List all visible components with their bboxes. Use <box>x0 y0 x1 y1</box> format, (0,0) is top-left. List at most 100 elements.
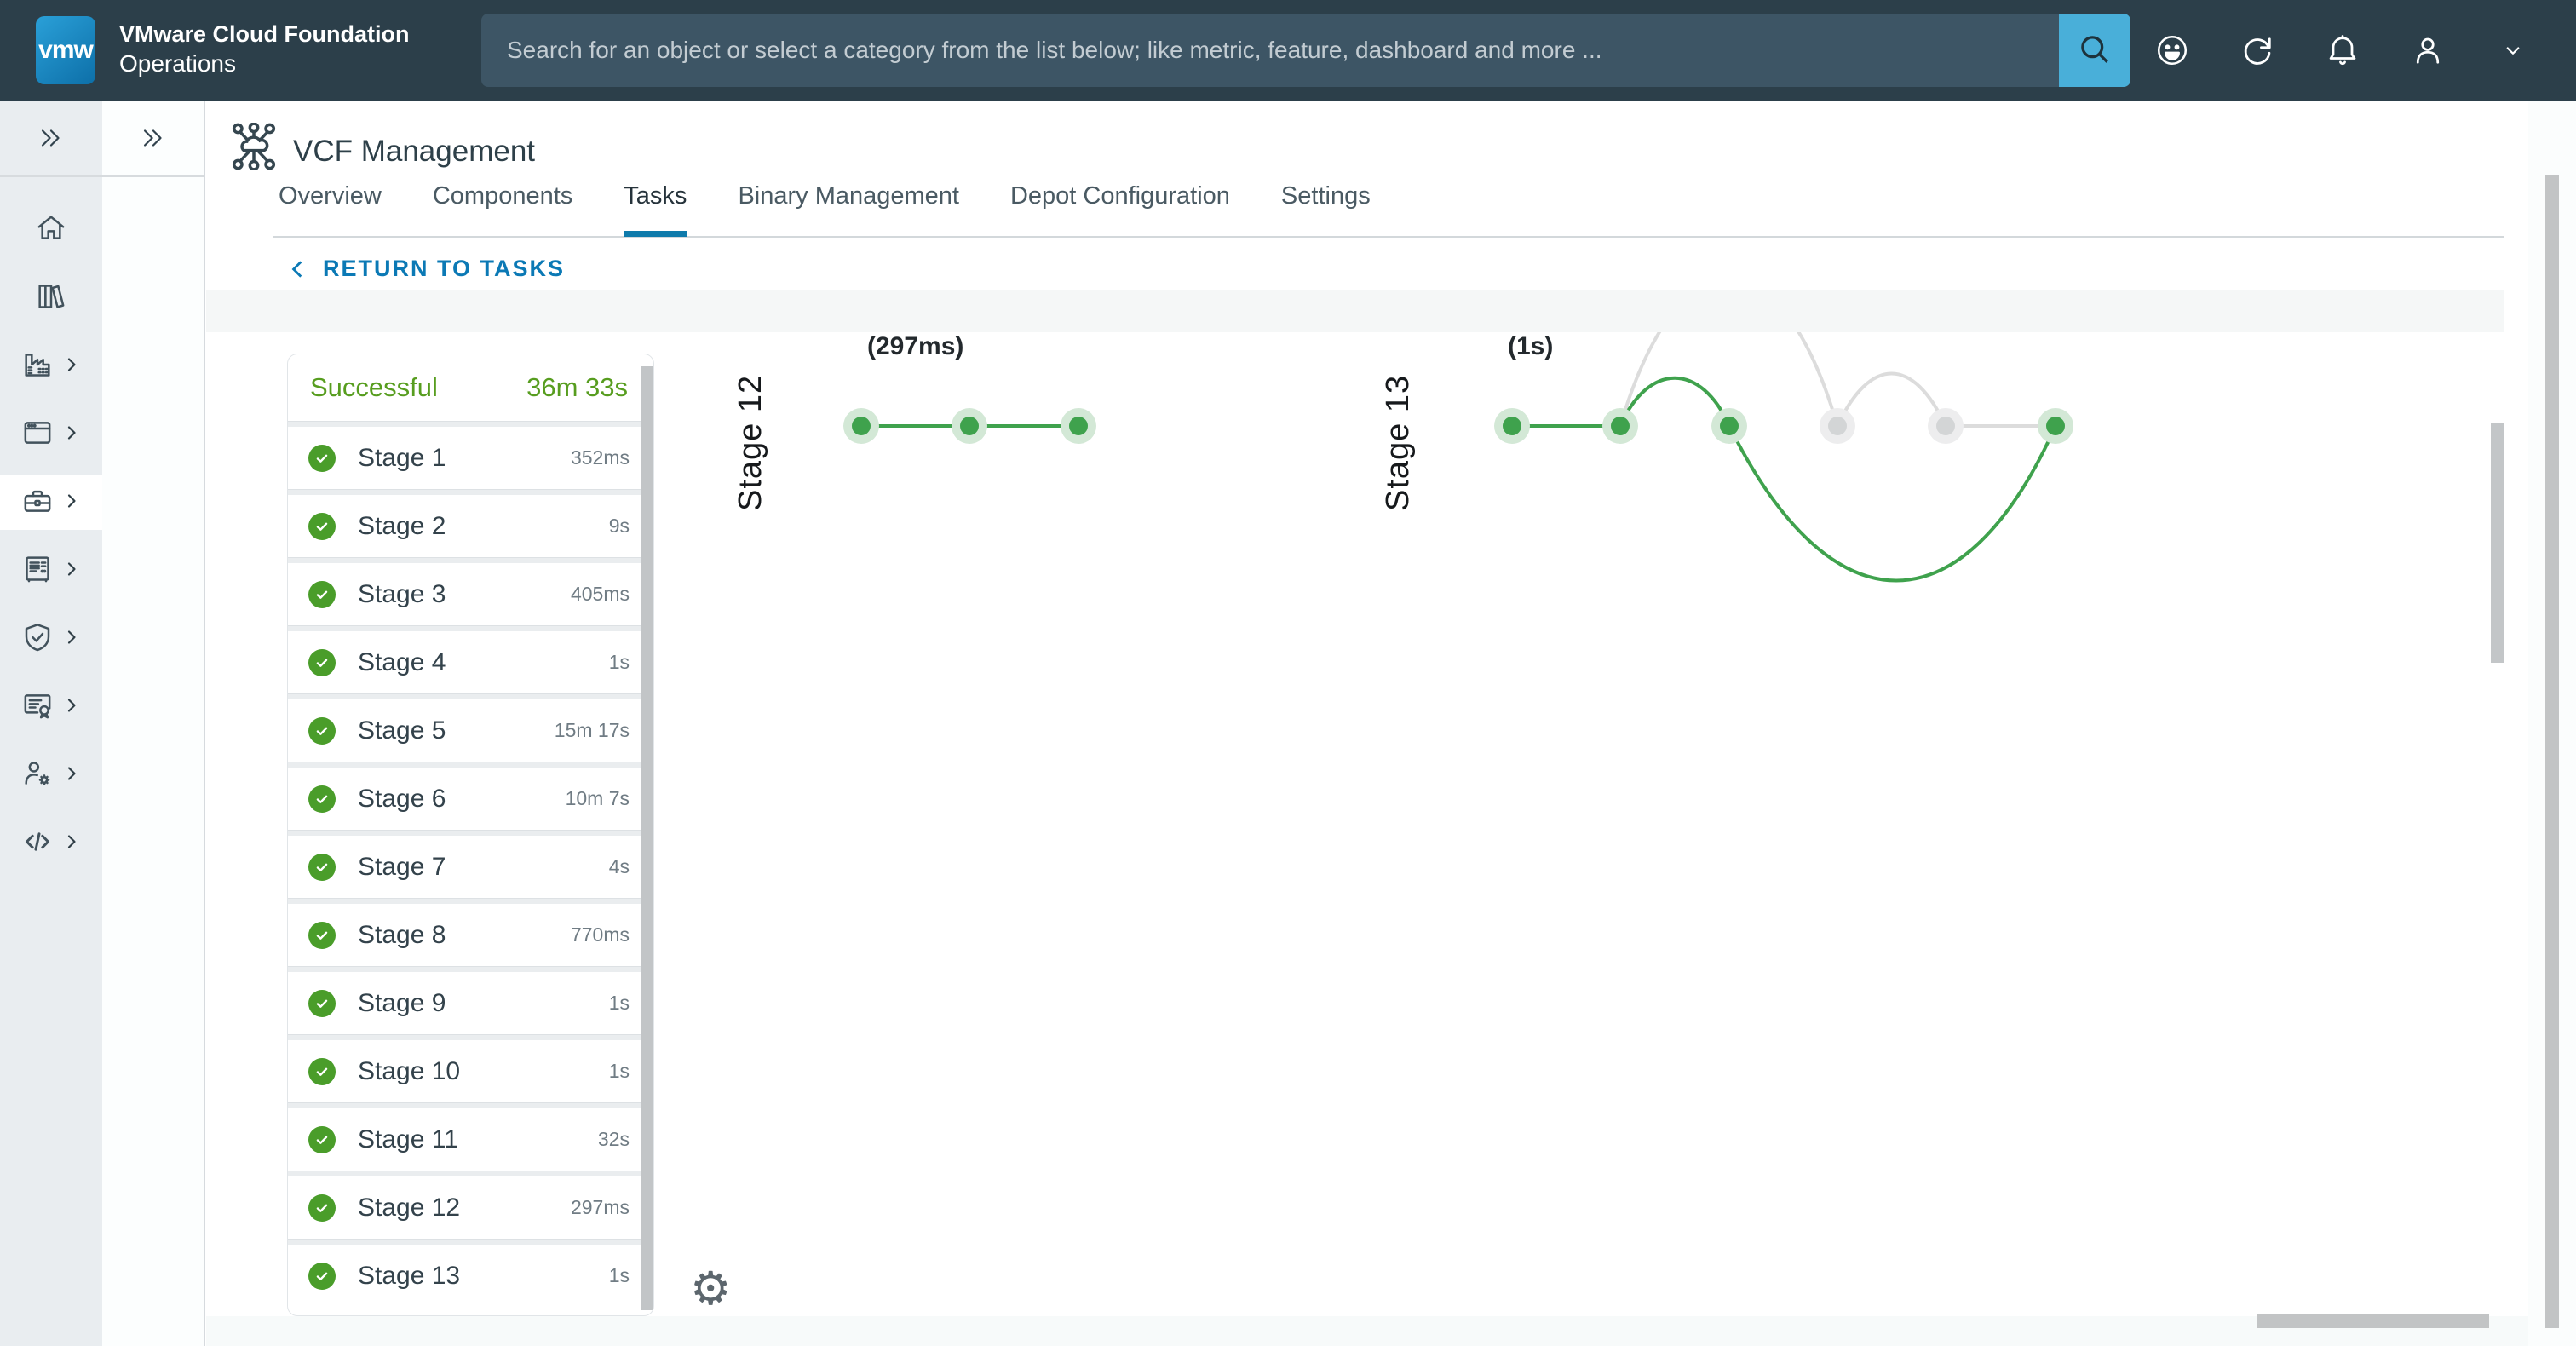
stage-list-header: Successful 36m 33s <box>288 354 653 421</box>
stage-name: Stage 12 <box>358 1194 571 1222</box>
sidebar-item-factory[interactable] <box>0 332 102 400</box>
sidebar-item-window[interactable] <box>0 400 102 469</box>
success-check-icon <box>308 1058 336 1085</box>
stage13-task-node-success[interactable] <box>1720 417 1739 435</box>
stage-name: Stage 5 <box>358 716 555 745</box>
return-to-tasks-link[interactable]: RETURN TO TASKS <box>287 256 565 282</box>
content-vertical-scrollbar-thumb[interactable] <box>2491 423 2504 663</box>
stage-row[interactable]: Stage 10 1s <box>288 1040 653 1102</box>
stage-row[interactable]: Stage 6 10m 7s <box>288 768 653 830</box>
success-dip-arc <box>1729 426 2056 581</box>
stage13-task-node-success[interactable] <box>2046 417 2065 435</box>
sidebar-item-toolbox[interactable] <box>0 475 102 530</box>
stage12-duration-label: (297ms) <box>867 332 963 360</box>
stage-row[interactable]: Stage 5 15m 17s <box>288 699 653 762</box>
stage12-task-node-success[interactable] <box>1069 417 1088 435</box>
sidebar-expand-button[interactable] <box>0 101 102 177</box>
stage13-task-node-success[interactable] <box>1611 417 1630 435</box>
success-check-icon <box>308 581 336 608</box>
success-check-icon <box>308 513 336 540</box>
chevron-down-icon[interactable] <box>2493 30 2533 71</box>
page-vertical-scrollbar-thumb[interactable] <box>2545 175 2559 1328</box>
page-horizontal-scrollbar-track[interactable] <box>206 1316 2528 1346</box>
success-check-icon <box>308 649 336 676</box>
user-icon[interactable] <box>2407 30 2448 71</box>
success-check-icon <box>308 1194 336 1222</box>
library-icon <box>34 279 68 318</box>
refresh-icon[interactable] <box>2237 30 2278 71</box>
tab-settings[interactable]: Settings <box>1281 182 1371 237</box>
vmware-logo[interactable]: vmw <box>36 16 95 84</box>
search-input[interactable] <box>481 14 2059 87</box>
chevron-right-icon <box>61 695 82 720</box>
product-name: VMware Cloud Foundation Operations <box>119 19 409 78</box>
stage-duration: 32s <box>598 1128 630 1151</box>
sidebar-item-form[interactable] <box>0 537 102 605</box>
stage-name: Stage 1 <box>358 444 571 473</box>
stage-row[interactable]: Stage 3 405ms <box>288 563 653 625</box>
stage-row[interactable]: Stage 2 9s <box>288 495 653 557</box>
success-check-icon <box>308 445 336 472</box>
stage-duration: 4s <box>609 855 630 878</box>
row-divider <box>288 898 653 904</box>
stage12-task-node-success[interactable] <box>960 417 979 435</box>
tab-binary-management[interactable]: Binary Management <box>738 182 959 237</box>
row-divider <box>288 1102 653 1108</box>
stage-name: Stage 7 <box>358 853 609 882</box>
shield-check-icon <box>20 620 55 659</box>
stage-row[interactable]: Stage 12 297ms <box>288 1176 653 1239</box>
total-duration: 36m 33s <box>526 372 628 403</box>
chevron-right-icon <box>61 354 82 379</box>
bell-icon[interactable] <box>2322 30 2363 71</box>
toolbox-icon <box>20 484 55 522</box>
stage13-vertical-label: Stage 13 <box>1380 337 1421 549</box>
sidebar-item-library[interactable] <box>0 264 102 332</box>
tab-components[interactable]: Components <box>433 182 572 237</box>
row-divider <box>288 966 653 972</box>
sidebar-item-certificate[interactable] <box>0 673 102 741</box>
stage-duration: 770ms <box>571 923 630 946</box>
stage13-task-node-success[interactable] <box>1503 417 1521 435</box>
page-horizontal-scrollbar-thumb[interactable] <box>2257 1314 2489 1328</box>
stage-name: Stage 2 <box>358 512 609 541</box>
tab-depot-configuration[interactable]: Depot Configuration <box>1010 182 1230 237</box>
stage13-task-node-pending[interactable] <box>1936 417 1955 435</box>
sidebar-item-home[interactable] <box>0 196 102 264</box>
stage-name: Stage 3 <box>358 580 571 609</box>
search-button[interactable] <box>2059 14 2130 87</box>
chevron-right-icon <box>61 831 82 856</box>
success-check-icon <box>308 854 336 881</box>
stage12-task-node-success[interactable] <box>852 417 871 435</box>
stage13-task-node-pending[interactable] <box>1828 417 1847 435</box>
sidebar-item-code[interactable] <box>0 809 102 877</box>
row-divider <box>288 693 653 699</box>
stage-row[interactable]: Stage 4 1s <box>288 631 653 693</box>
stage-row[interactable]: Stage 1 352ms <box>288 427 653 489</box>
return-link-label: RETURN TO TASKS <box>323 256 565 282</box>
stage-row[interactable]: Stage 7 4s <box>288 836 653 898</box>
stage-row[interactable]: Stage 8 770ms <box>288 904 653 966</box>
tab-overview[interactable]: Overview <box>279 182 382 237</box>
factory-icon <box>20 348 55 386</box>
secondary-sidebar-expand-button[interactable] <box>102 101 204 177</box>
stage-row[interactable]: Stage 13 1s <box>288 1245 653 1307</box>
stage-duration: 15m 17s <box>555 719 630 742</box>
stage-list-scrollbar-thumb[interactable] <box>641 366 653 1310</box>
page-vertical-scrollbar-track[interactable] <box>2528 101 2576 1346</box>
face-icon[interactable] <box>2152 30 2193 71</box>
chevron-right-icon <box>61 627 82 652</box>
chevron-right-icon <box>61 559 82 584</box>
sidebar-item-shield-check[interactable] <box>0 605 102 673</box>
stage-name: Stage 4 <box>358 648 609 677</box>
settings-gear-icon[interactable]: ⚙ <box>690 1266 731 1312</box>
sidebar-item-user-settings[interactable] <box>0 741 102 809</box>
stage-row[interactable]: Stage 11 32s <box>288 1108 653 1171</box>
tab-tasks[interactable]: Tasks <box>624 182 687 237</box>
row-divider <box>288 762 653 768</box>
status-label: Successful <box>310 372 438 403</box>
stage-name: Stage 9 <box>358 989 609 1018</box>
code-icon <box>20 825 55 863</box>
tab-bar: Overview Components Tasks Binary Management… <box>279 182 1371 237</box>
stage-row[interactable]: Stage 9 1s <box>288 972 653 1034</box>
success-check-icon <box>308 1263 336 1290</box>
